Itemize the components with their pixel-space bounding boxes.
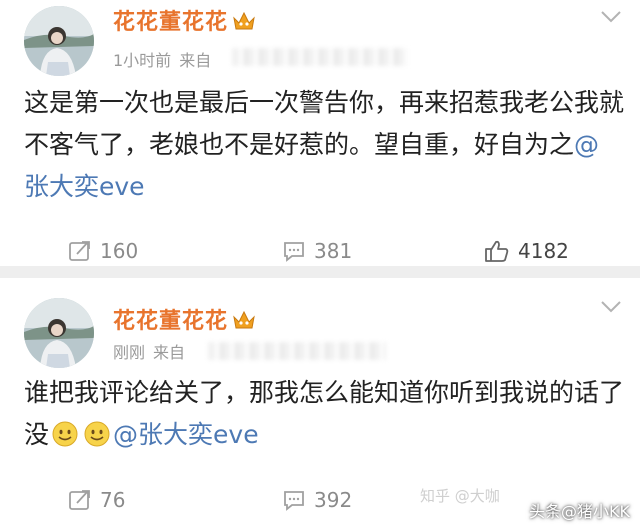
repost-count: 76	[100, 488, 126, 512]
post-actions: 160 381 4182	[0, 234, 640, 268]
weibo-post-2: 花花董花花 刚刚 来自 谁把我评论给关了，那我怎么能知道你听到我说的话了没 @张大奕…	[0, 278, 640, 530]
post-time: 刚刚	[113, 343, 146, 362]
toutiao-watermark: 头条@猪小KK	[529, 502, 630, 521]
like-count: 4182	[518, 239, 569, 263]
post-meta: 1小时前 来自	[113, 47, 219, 71]
username[interactable]: 花花董花花	[113, 303, 256, 335]
avatar[interactable]	[24, 298, 94, 368]
zhihu-watermark: 知乎 @大咖	[420, 487, 500, 505]
vip-crown-icon	[233, 310, 255, 329]
weibo-post-1: 花花董花花 1小时前 来自 这是第一次也是最后一次警告你，再来招惹我老公我就不客气…	[0, 0, 640, 266]
like-button[interactable]: 4182	[484, 234, 569, 268]
redacted-source	[208, 342, 386, 360]
post-source: 来自	[153, 343, 186, 362]
redacted-source	[232, 48, 408, 66]
repost-icon	[69, 490, 90, 510]
post-meta: 刚刚 来自	[113, 339, 193, 363]
smile-emoji	[52, 421, 78, 447]
comment-count: 381	[314, 239, 353, 263]
post-time: 1小时前	[113, 51, 172, 70]
chevron-down-icon[interactable]	[600, 300, 622, 314]
thumbs-up-icon	[485, 240, 509, 262]
repost-icon	[69, 241, 90, 261]
post-content: 这是第一次也是最后一次警告你，再来招惹我老公我就不客气了，老娘也不是好惹的。望自…	[24, 82, 624, 208]
repost-button[interactable]: 160	[68, 234, 138, 268]
comment-count: 392	[314, 488, 353, 512]
post-content: 谁把我评论给关了，那我怎么能知道你听到我说的话了没 @张大奕eve	[24, 372, 624, 456]
vip-crown-icon	[233, 11, 255, 30]
comment-button[interactable]: 381	[282, 234, 352, 268]
post-divider	[0, 266, 640, 278]
comment-button[interactable]: 392	[282, 483, 352, 517]
mention-link[interactable]: @张大奕eve	[113, 420, 259, 449]
username[interactable]: 花花董花花	[113, 4, 256, 36]
repost-button[interactable]: 76	[68, 483, 125, 517]
smile-emoji	[84, 421, 110, 447]
comment-icon	[284, 491, 304, 511]
repost-count: 160	[100, 239, 139, 263]
post-source: 来自	[179, 51, 212, 70]
comment-icon	[284, 242, 304, 262]
post-text: 这是第一次也是最后一次警告你，再来招惹我老公我就不客气了，老娘也不是好惹的。望自…	[24, 88, 625, 159]
avatar[interactable]	[24, 6, 94, 76]
chevron-down-icon[interactable]	[600, 10, 622, 24]
